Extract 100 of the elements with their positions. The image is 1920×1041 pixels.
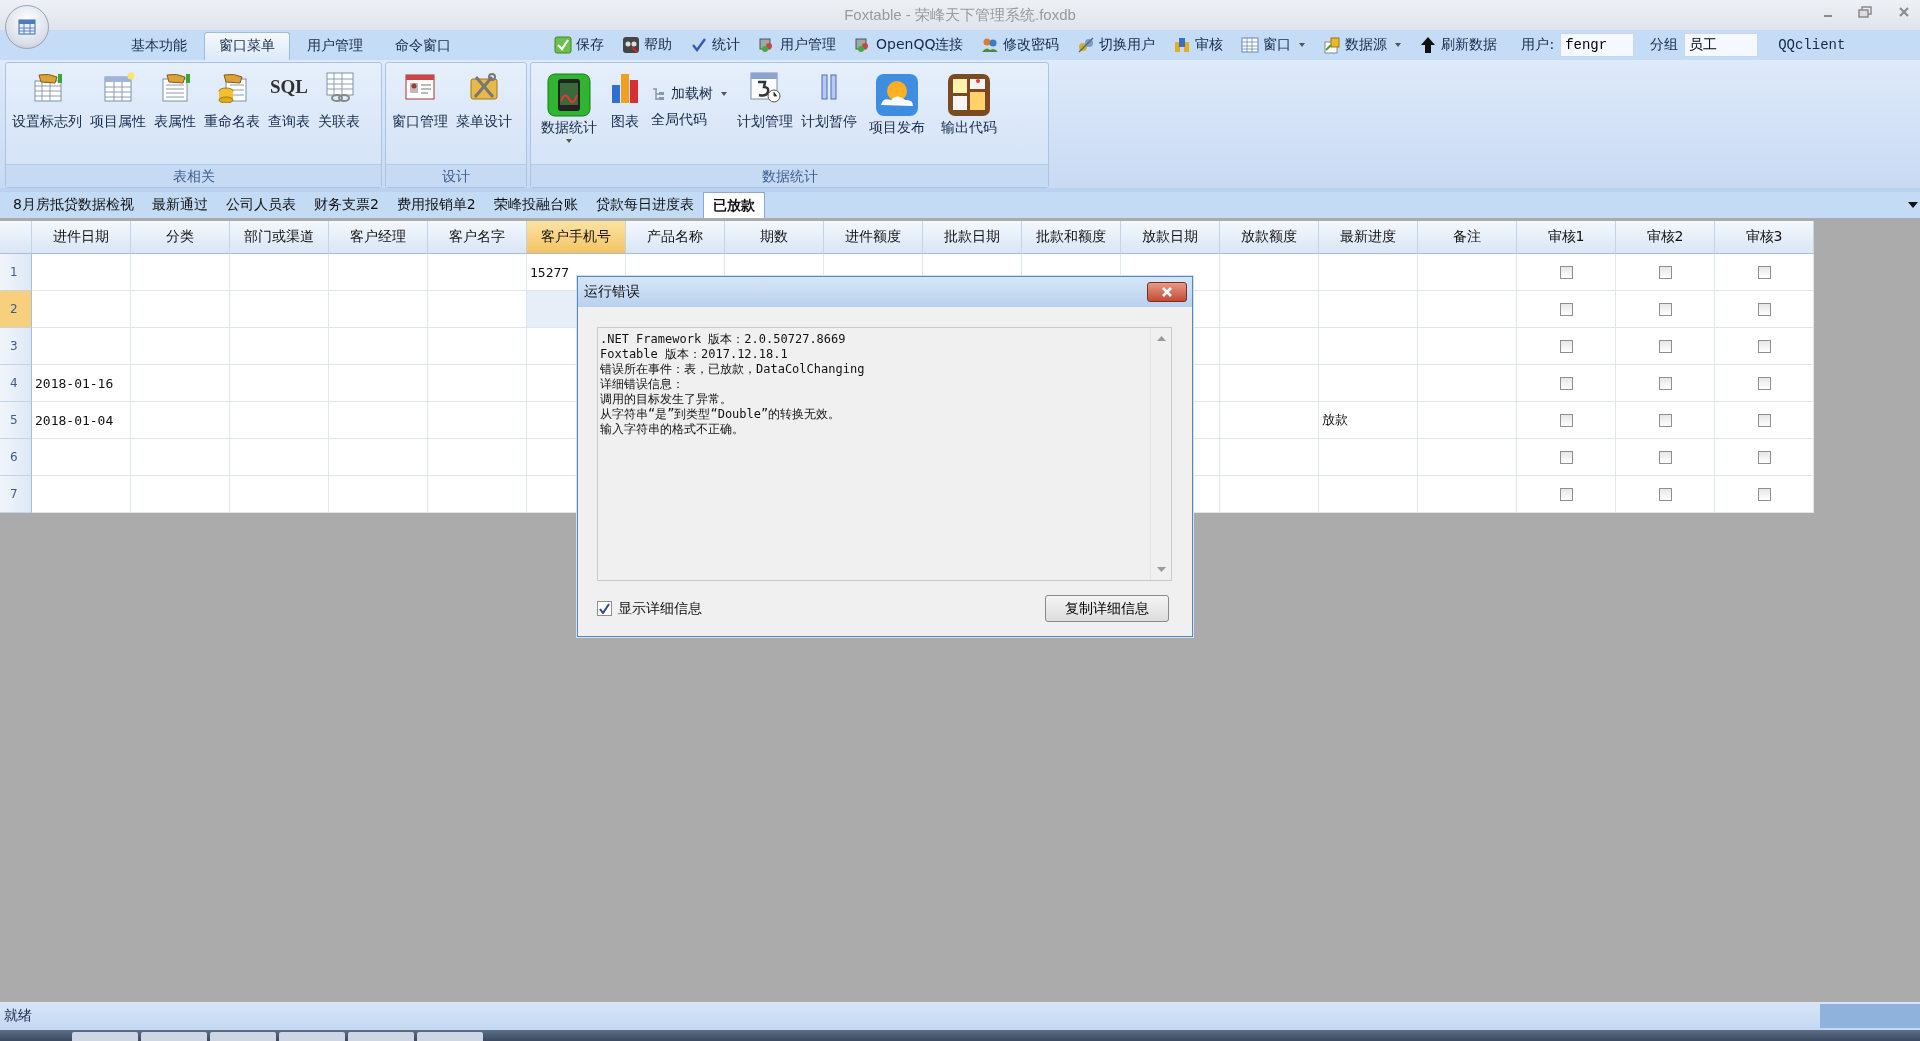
column-header[interactable]: 部门或渠道 — [230, 221, 329, 254]
ribbon-button[interactable]: 输出代码 — [933, 71, 1005, 137]
ribbon-button[interactable]: 图表 — [605, 71, 645, 131]
copy-details-button[interactable]: 复制详细信息 — [1045, 595, 1169, 622]
app-menu-button[interactable] — [5, 5, 49, 49]
sheet-tab[interactable]: 费用报销单2 — [387, 192, 485, 218]
column-header[interactable]: 批款和额度 — [1022, 221, 1121, 254]
details-text-area[interactable]: .NET Framework 版本：2.0.50727.8669 Foxtable 版本：2017.12.18.1 错误所在事件：表，已放款，DataColChanging 详细错误信息： 调用的目标发生了异常。 从字符串“是”到类型“Double”的转换无效。 输入字符串的格式不正确。 — [597, 327, 1172, 581]
checkbox[interactable] — [1658, 376, 1672, 390]
ribbon-button[interactable]: SQL 查询表 — [264, 71, 314, 131]
sheet-tab[interactable]: 8月房抵贷数据检视 — [4, 192, 143, 218]
table-cell: 2018-01-16 — [32, 365, 131, 402]
column-header[interactable]: 客户名字 — [428, 221, 527, 254]
sheet-tab[interactable]: 贷款每日进度表 — [586, 192, 703, 218]
toolbar-button[interactable]: 刷新数据 — [1411, 32, 1506, 58]
checkbox[interactable] — [1658, 339, 1672, 353]
toolbar-button[interactable]: 切换用户 — [1069, 32, 1164, 58]
sheet-tab[interactable]: 公司人员表 — [216, 192, 305, 218]
column-header[interactable]: 审核2 — [1616, 221, 1715, 254]
restore-icon — [1858, 6, 1872, 18]
column-header[interactable]: 期数 — [725, 221, 824, 254]
people-icon — [981, 36, 1000, 54]
ribbon-button[interactable]: 计划暂停 — [797, 71, 861, 131]
column-header[interactable]: 最新进度 — [1319, 221, 1418, 254]
checkbox[interactable] — [1559, 265, 1573, 279]
column-header[interactable]: 批款日期 — [923, 221, 1022, 254]
ribbon-button[interactable]: 数据统计 — [533, 71, 605, 143]
toolbar-button[interactable]: OpenQQ连接 — [846, 32, 972, 58]
toolbar-button[interactable]: 保存 — [546, 32, 612, 58]
checkbox[interactable] — [1757, 302, 1771, 316]
checkbox[interactable] — [597, 601, 612, 616]
ribbon-button[interactable]: 窗口管理 — [388, 71, 452, 131]
toolbar-button[interactable]: 统计 — [682, 32, 748, 58]
row-header[interactable]: 1 — [0, 254, 32, 291]
column-header[interactable]: 备注 — [1418, 221, 1517, 254]
checkbox[interactable] — [1757, 487, 1771, 501]
sheet-tab[interactable]: 已放款 — [702, 192, 765, 218]
checkbox[interactable] — [1559, 376, 1573, 390]
column-header[interactable]: 审核3 — [1715, 221, 1814, 254]
menu-tab[interactable]: 用户管理 — [292, 32, 378, 60]
ribbon-button[interactable]: 项目属性 — [86, 71, 150, 131]
ribbon-button[interactable]: 关联表 — [314, 71, 364, 131]
toolbar-button[interactable]: 修改密码 — [973, 32, 1068, 58]
checkbox[interactable] — [1559, 450, 1573, 464]
ribbon-button[interactable]: 计划管理 — [733, 71, 797, 131]
checkbox[interactable] — [1757, 376, 1771, 390]
checkbox[interactable] — [1757, 413, 1771, 427]
ribbon-button[interactable]: 项目发布 — [861, 71, 933, 137]
column-header[interactable]: 客户手机号 — [527, 221, 626, 254]
ribbon-button[interactable]: 重命名表 — [200, 71, 264, 131]
column-header[interactable]: 分类 — [131, 221, 230, 254]
checkbox[interactable] — [1658, 450, 1672, 464]
menu-tab[interactable]: 窗口菜单 — [204, 32, 290, 60]
column-header[interactable]: 产品名称 — [626, 221, 725, 254]
ribbon-button[interactable]: 全局代码 — [651, 111, 727, 129]
checkbox[interactable] — [1559, 339, 1573, 353]
toolbar-button[interactable]: 数据源 — [1315, 32, 1410, 58]
checkbox[interactable] — [1757, 265, 1771, 279]
grid-corner[interactable] — [0, 221, 32, 254]
row-header[interactable]: 6 — [0, 439, 32, 476]
row-header[interactable]: 5 — [0, 402, 32, 439]
checkbox[interactable] — [1757, 450, 1771, 464]
row-header[interactable]: 4 — [0, 365, 32, 402]
group-field[interactable]: 员工 — [1684, 33, 1759, 57]
toolbar-button[interactable]: 窗口 — [1233, 32, 1314, 58]
column-header[interactable]: 审核1 — [1517, 221, 1616, 254]
checkbox[interactable] — [1559, 413, 1573, 427]
checkbox[interactable] — [1757, 339, 1771, 353]
column-header[interactable]: 客户经理 — [329, 221, 428, 254]
sheet-tab[interactable]: 财务支票2 — [304, 192, 388, 218]
sql-icon: SQL — [270, 71, 308, 103]
column-header[interactable]: 进件额度 — [824, 221, 923, 254]
user-field[interactable]: fengr — [1560, 33, 1635, 57]
column-header[interactable]: 放款额度 — [1220, 221, 1319, 254]
row-header[interactable]: 3 — [0, 328, 32, 365]
sheet-tab[interactable]: 荣峰投融台账 — [484, 192, 587, 218]
ribbon-button[interactable]: 设置标志列 — [8, 71, 86, 131]
window-card-icon — [404, 71, 436, 103]
row-header[interactable]: 2 — [0, 291, 32, 328]
column-header[interactable]: 放款日期 — [1121, 221, 1220, 254]
toolbar-button[interactable]: 帮助 — [614, 32, 680, 58]
checkbox[interactable] — [1559, 302, 1573, 316]
close-button[interactable] — [1147, 282, 1187, 302]
column-header[interactable]: 进件日期 — [32, 221, 131, 254]
toolbar-button[interactable]: 审核 — [1165, 32, 1232, 58]
toolbar-button[interactable]: 用户管理 — [750, 32, 844, 58]
checkbox[interactable] — [1559, 487, 1573, 501]
checkbox[interactable] — [1658, 302, 1672, 316]
row-header[interactable]: 7 — [0, 476, 32, 513]
sheet-tab[interactable]: 最新通过 — [142, 192, 217, 218]
menu-tab[interactable]: 命令窗口 — [380, 32, 466, 60]
menu-tab[interactable]: 基本功能 — [116, 32, 202, 60]
checkbox[interactable] — [1658, 265, 1672, 279]
checkbox[interactable] — [1658, 487, 1672, 501]
checkbox[interactable] — [1658, 413, 1672, 427]
ribbon-button[interactable]: 菜单设计 — [452, 71, 516, 131]
table-cell: 放款 — [1319, 402, 1418, 439]
ribbon-button[interactable]: 表属性 — [150, 71, 200, 131]
ribbon-button[interactable]: 加载树 — [651, 85, 727, 103]
dropdown-arrow-icon[interactable] — [1908, 202, 1918, 208]
